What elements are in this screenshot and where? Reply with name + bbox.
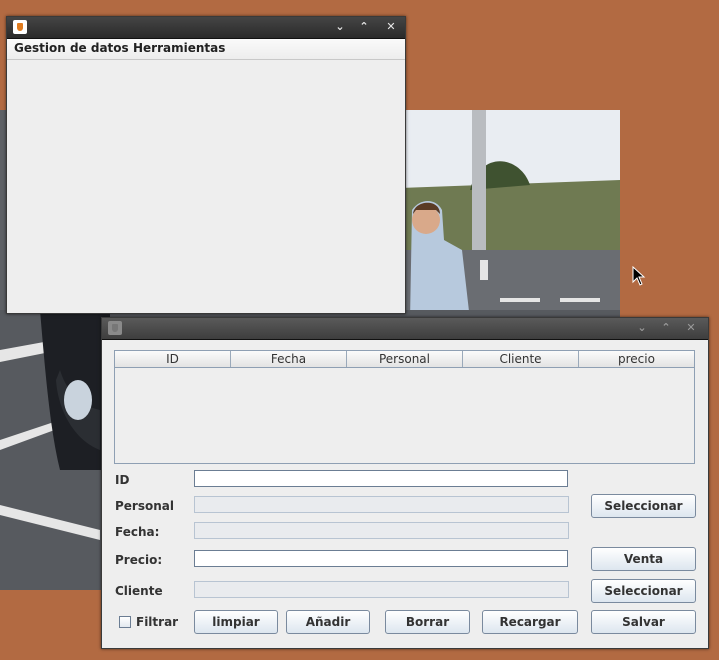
seleccionar-personal-button[interactable]: Seleccionar — [591, 494, 696, 518]
close-icon[interactable]: ✕ — [382, 19, 400, 35]
recargar-button[interactable]: Recargar — [482, 610, 578, 634]
precio-field[interactable] — [194, 550, 568, 567]
java-app-icon — [108, 321, 122, 335]
fecha-label: Fecha: — [115, 525, 160, 539]
cliente-field — [194, 581, 569, 598]
ventas-window-titlebar[interactable]: ⌄ ⌃ ✕ — [102, 318, 708, 340]
personal-field — [194, 496, 569, 513]
personal-label: Personal — [115, 499, 174, 513]
menu-gestion-de-datos[interactable]: Gestion de datos — [14, 41, 129, 55]
ventas-window: ⌄ ⌃ ✕ ID Fecha Personal Cliente precio I… — [101, 317, 709, 649]
column-header-id[interactable]: ID — [115, 351, 231, 367]
java-app-icon — [13, 20, 27, 34]
main-window-titlebar[interactable]: ⌄ ⌃ ✕ — [7, 17, 405, 39]
menu-herramientas[interactable]: Herramientas — [133, 41, 225, 55]
menubar: Gestion de datos Herramientas — [7, 39, 405, 60]
maximize-icon[interactable]: ⌃ — [355, 19, 373, 35]
column-header-precio[interactable]: precio — [579, 351, 694, 367]
close-icon[interactable]: ✕ — [682, 320, 700, 336]
seleccionar-cliente-button[interactable]: Seleccionar — [591, 579, 696, 603]
fecha-field — [194, 522, 569, 539]
mouse-cursor-icon — [632, 266, 646, 286]
minimize-icon[interactable]: ⌄ — [331, 19, 349, 35]
minimize-icon[interactable]: ⌄ — [633, 320, 651, 336]
limpiar-button[interactable]: limpiar — [194, 610, 278, 634]
precio-label: Precio: — [115, 553, 163, 567]
table-header: ID Fecha Personal Cliente precio — [115, 351, 694, 368]
filtrar-label[interactable]: Filtrar — [136, 615, 178, 629]
cliente-label: Cliente — [115, 584, 163, 598]
main-window: ⌄ ⌃ ✕ Gestion de datos Herramientas — [6, 16, 406, 314]
column-header-cliente[interactable]: Cliente — [463, 351, 579, 367]
column-header-fecha[interactable]: Fecha — [231, 351, 347, 367]
maximize-icon[interactable]: ⌃ — [657, 320, 675, 336]
borrar-button[interactable]: Borrar — [385, 610, 470, 634]
anadir-button[interactable]: Añadir — [286, 610, 370, 634]
salvar-button[interactable]: Salvar — [591, 610, 696, 634]
ventas-table[interactable]: ID Fecha Personal Cliente precio — [114, 350, 695, 464]
venta-button[interactable]: Venta — [591, 547, 696, 571]
id-label: ID — [115, 473, 130, 487]
id-field[interactable] — [194, 470, 568, 487]
filtrar-checkbox[interactable] — [119, 616, 131, 628]
column-header-personal[interactable]: Personal — [347, 351, 463, 367]
